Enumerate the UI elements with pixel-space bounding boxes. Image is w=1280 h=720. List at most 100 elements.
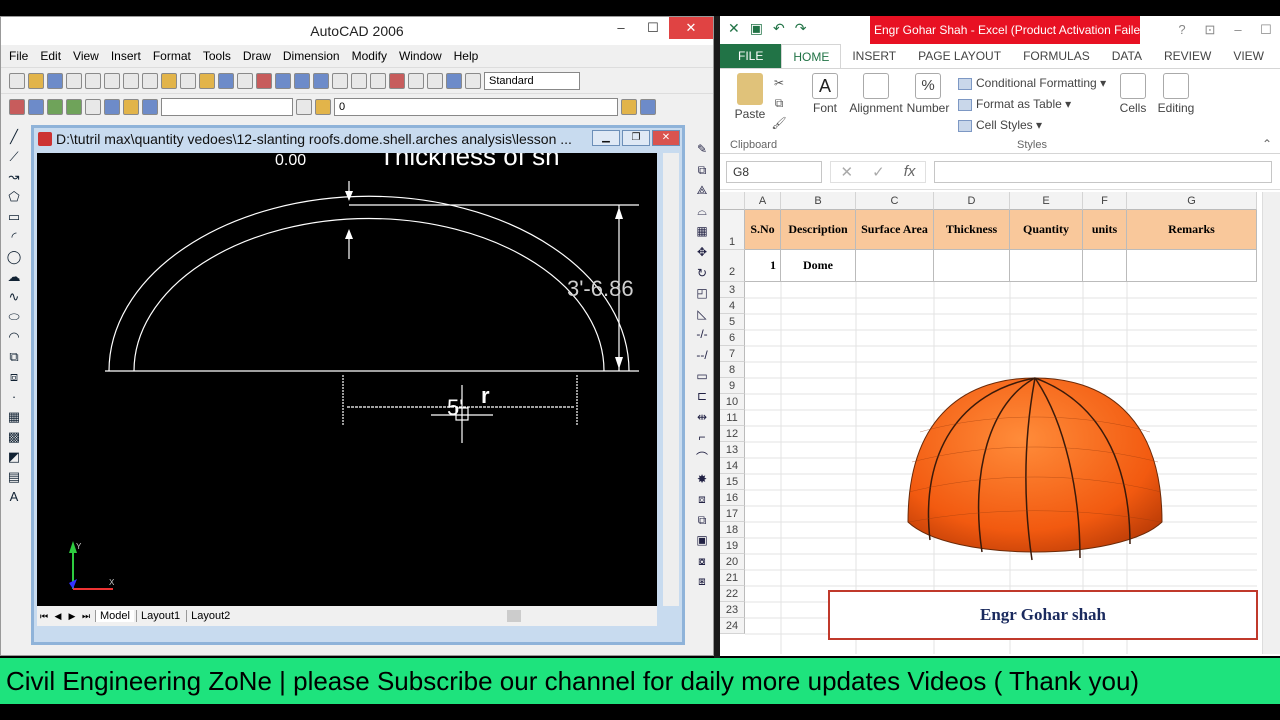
match-properties-icon[interactable] (180, 72, 196, 89)
extend-icon[interactable]: --/ (691, 345, 713, 366)
save-qat-icon[interactable]: ▣ (750, 20, 763, 37)
menu-file[interactable]: File (3, 49, 34, 63)
mirror-icon[interactable]: ⟁ (691, 180, 713, 201)
tab-layout2[interactable]: Layout2 (186, 610, 234, 622)
copy-icon[interactable]: ⧉ (770, 93, 788, 113)
layer-select[interactable]: 0 (334, 97, 618, 116)
redo-icon[interactable] (237, 72, 253, 89)
menu-window[interactable]: Window (393, 49, 448, 63)
tab-first-icon[interactable]: ⏮ (37, 611, 51, 622)
save-icon[interactable] (47, 72, 63, 89)
table-icon[interactable]: ▤ (3, 467, 25, 487)
row-header-18[interactable]: 18 (720, 522, 745, 538)
polyline-icon[interactable]: ↝ (3, 167, 25, 187)
help-icon[interactable]: ? (1168, 16, 1196, 44)
paste-button[interactable]: Paste (730, 73, 770, 121)
cells-button[interactable]: Cells (1118, 73, 1148, 115)
make-block-icon[interactable]: ⧈ (3, 367, 25, 387)
menu-edit[interactable]: Edit (34, 49, 67, 63)
gradient-icon[interactable]: ▩ (3, 427, 25, 447)
row-header-19[interactable]: 19 (720, 538, 745, 554)
scale-icon[interactable]: ◰ (691, 283, 713, 304)
tab-review[interactable]: REVIEW (1153, 49, 1222, 63)
layer-lock-icon[interactable] (123, 98, 139, 115)
rotate-icon[interactable]: ↻ (691, 263, 713, 284)
layer-off-icon[interactable] (85, 98, 101, 115)
bulb-icon[interactable] (315, 98, 331, 115)
tab-data[interactable]: DATA (1101, 49, 1153, 63)
row-header-17[interactable]: 17 (720, 506, 745, 522)
ellipse-icon[interactable]: ⬭ (3, 307, 25, 327)
excel-vertical-scrollbar[interactable] (1262, 192, 1280, 654)
line-icon[interactable]: ╱ (3, 127, 25, 147)
send-back-icon[interactable]: ▣ (691, 530, 713, 551)
row-header-16[interactable]: 16 (720, 490, 745, 506)
tab-home[interactable]: HOME (781, 44, 842, 68)
format-as-table-button[interactable]: Format as Table ▾ (958, 94, 1108, 115)
tab-page-layout[interactable]: PAGE LAYOUT (907, 49, 1012, 63)
design-center-icon[interactable] (351, 72, 367, 89)
bring-front-icon[interactable]: ⧉ (691, 510, 713, 531)
layer-walk-icon[interactable] (142, 98, 158, 115)
collapse-ribbon-icon[interactable]: ⌃ (1262, 137, 1272, 151)
ellipse-arc-icon[interactable]: ◠ (3, 327, 25, 347)
editing-button[interactable]: Editing (1156, 73, 1196, 115)
row-header-14[interactable]: 14 (720, 458, 745, 474)
alignment-button[interactable]: Alignment (848, 73, 904, 115)
row-header-24[interactable]: 24 (720, 618, 745, 634)
undo-qat-icon[interactable]: ↶ (773, 20, 785, 37)
text-style-icon[interactable] (465, 72, 481, 89)
drawing-restore-button[interactable]: ❐ (622, 130, 650, 146)
row-header-2[interactable]: 2 (720, 250, 745, 282)
calculator-icon[interactable] (427, 72, 443, 89)
join-icon[interactable]: ⇹ (691, 407, 713, 428)
array-icon[interactable]: ▦ (691, 221, 713, 242)
layer-previous-2-icon[interactable] (640, 98, 656, 115)
drawing-minimize-button[interactable]: ▁ (592, 130, 620, 146)
layer-iso-icon[interactable] (104, 98, 120, 115)
multiline-text-icon[interactable]: A (3, 487, 25, 507)
number-button[interactable]: % Number (906, 73, 950, 115)
ribbon-display-icon[interactable]: ⊡ (1196, 16, 1224, 44)
publish-icon[interactable] (104, 72, 120, 89)
row-header-12[interactable]: 12 (720, 426, 745, 442)
horizontal-scroll-thumb[interactable] (507, 610, 521, 622)
tab-model[interactable]: Model (95, 610, 134, 622)
zoom-previous-icon[interactable] (313, 72, 329, 89)
tab-next-icon[interactable]: ▶ (65, 611, 79, 622)
tab-formulas[interactable]: FORMULAS (1012, 49, 1101, 63)
row-header-5[interactable]: 5 (720, 314, 745, 330)
row-header-4[interactable]: 4 (720, 298, 745, 314)
tool-palettes-icon[interactable] (370, 72, 386, 89)
layer-icon[interactable] (47, 98, 63, 115)
above-objects-icon[interactable]: ⧇ (691, 551, 713, 572)
row-header-1[interactable]: 1 (720, 210, 745, 250)
text-style-select[interactable]: Standard (484, 71, 580, 90)
conditional-formatting-button[interactable]: Conditional Formatting ▾ (958, 73, 1108, 94)
markup-icon[interactable] (408, 72, 424, 89)
stretch-icon[interactable]: ◺ (691, 304, 713, 325)
zoom-window-icon[interactable] (294, 72, 310, 89)
row-header-9[interactable]: 9 (720, 378, 745, 394)
hatch-icon[interactable]: ▦ (3, 407, 25, 427)
insert-block-icon[interactable]: ⧉ (3, 347, 25, 367)
formula-input[interactable] (934, 160, 1272, 183)
row-header-6[interactable]: 6 (720, 330, 745, 346)
polygon-icon[interactable]: ⬠ (3, 187, 25, 207)
explode-icon[interactable]: ✸ (691, 469, 713, 490)
row-header-21[interactable]: 21 (720, 570, 745, 586)
cut-icon[interactable]: ✂ (770, 73, 788, 93)
preview-icon[interactable] (85, 72, 101, 89)
layer-previous-icon[interactable] (28, 98, 44, 115)
layer-manager-icon[interactable] (9, 98, 25, 115)
open-icon[interactable] (28, 72, 44, 89)
insert-function-icon[interactable]: fx (904, 163, 916, 180)
row-header-10[interactable]: 10 (720, 394, 745, 410)
break-icon[interactable]: ⊏ (691, 386, 713, 407)
fillet-icon[interactable]: ⌒ (691, 448, 713, 469)
region-icon[interactable]: ◩ (3, 447, 25, 467)
minimize-button[interactable]: – (605, 17, 637, 39)
drawing-vertical-scrollbar[interactable] (663, 153, 679, 606)
select-all-corner[interactable] (720, 192, 745, 210)
break-point-icon[interactable]: ▭ (691, 366, 713, 387)
